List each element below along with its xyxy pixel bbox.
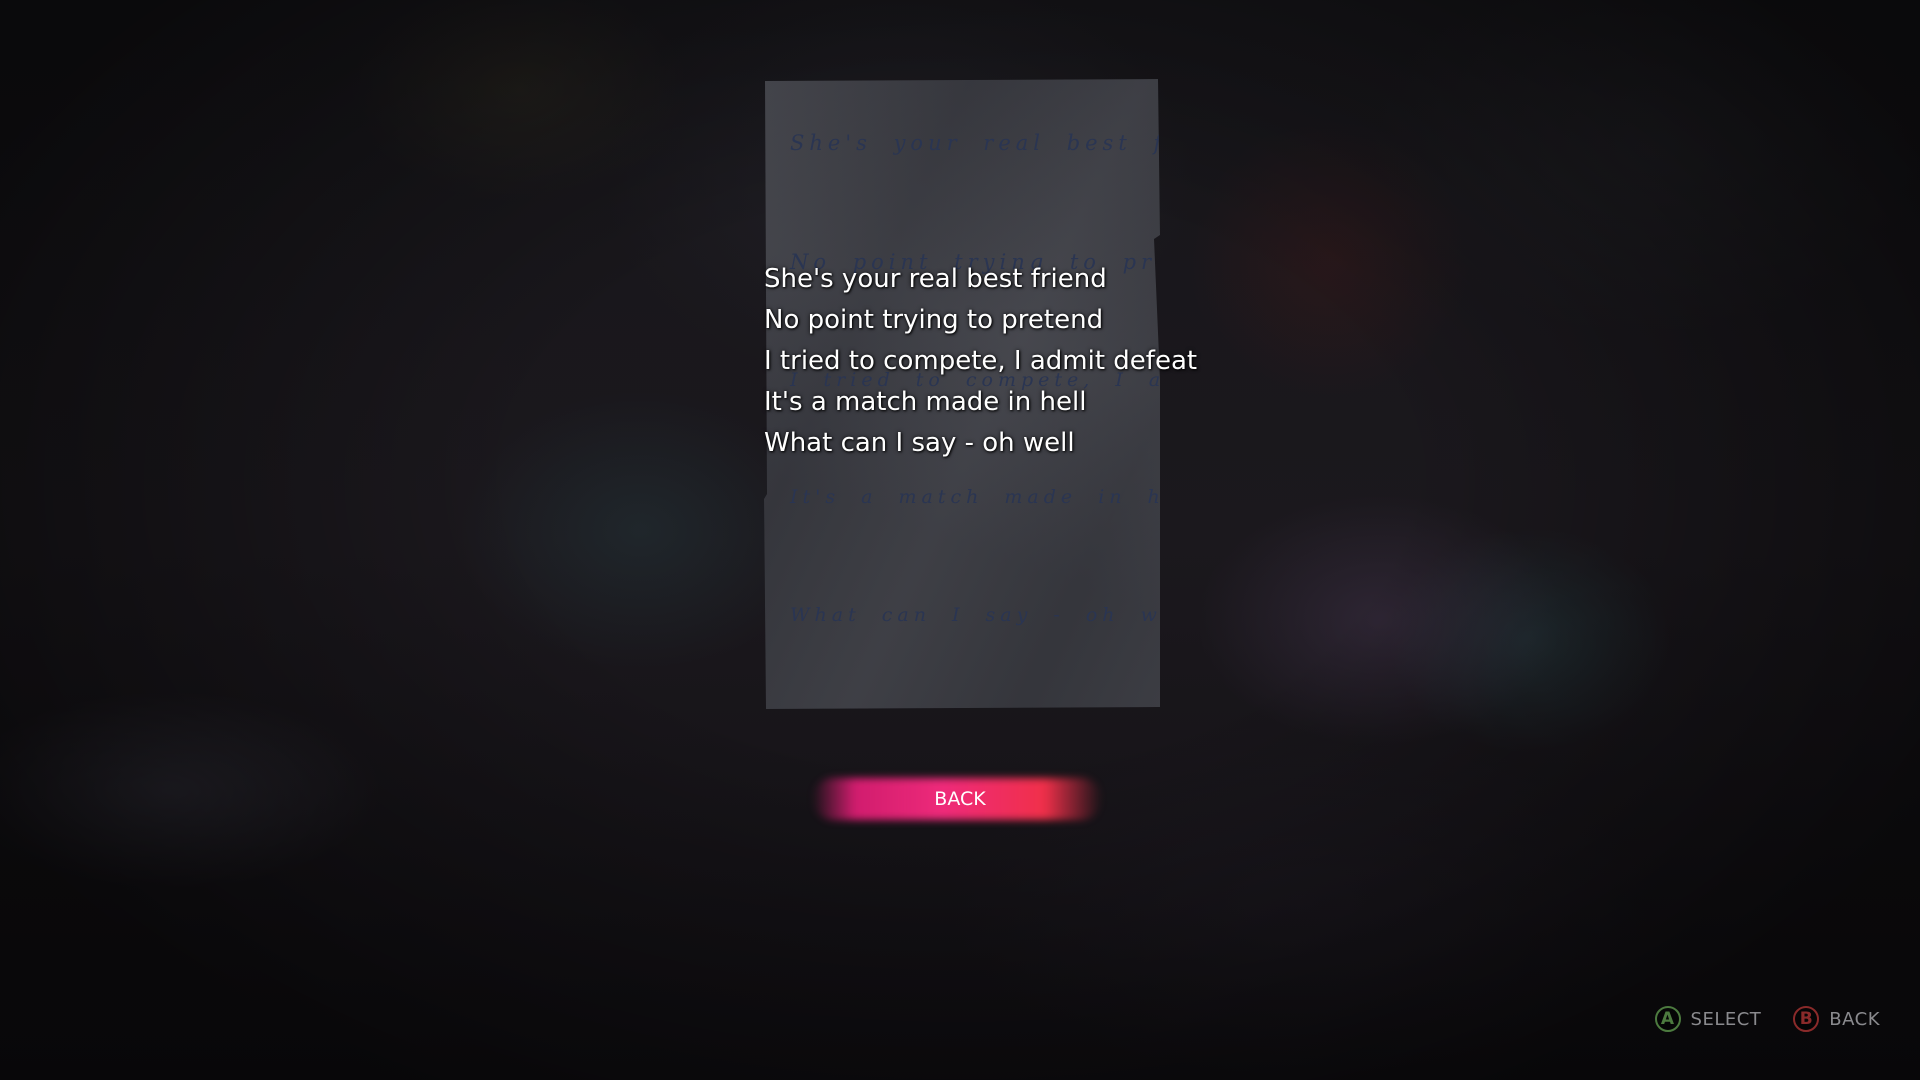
- b-button-icon: B: [1793, 1006, 1820, 1032]
- transcription-line-3: I tried to compete, I admit defeat: [764, 346, 1198, 376]
- select-prompt[interactable]: A SELECT: [1654, 1006, 1762, 1032]
- transcription-line-4: It's a match made in hell: [764, 387, 1087, 417]
- back-button[interactable]: BACK: [822, 780, 1098, 818]
- controller-prompts: A SELECT B BACK: [1654, 1006, 1880, 1032]
- transcription-line-1: She's your real best friend: [764, 264, 1107, 294]
- select-prompt-label: SELECT: [1690, 1008, 1762, 1030]
- transcription-line-5: What can I say - oh well: [764, 428, 1075, 458]
- back-prompt-label: BACK: [1829, 1008, 1880, 1030]
- transcription-line-2: No point trying to pretend: [764, 305, 1104, 335]
- note-line-4: It's a match made in hell: [790, 486, 1204, 508]
- note-line-5: What can I say - oh well: [790, 604, 1201, 626]
- game-scene: She's your real best friend No point try…: [0, 0, 1920, 1080]
- note-line-1: She's your real best friend: [790, 131, 1248, 155]
- note-transcription: She's your real best friend No point try…: [764, 259, 1197, 464]
- back-prompt[interactable]: B BACK: [1793, 1006, 1880, 1032]
- a-button-icon: A: [1654, 1006, 1681, 1032]
